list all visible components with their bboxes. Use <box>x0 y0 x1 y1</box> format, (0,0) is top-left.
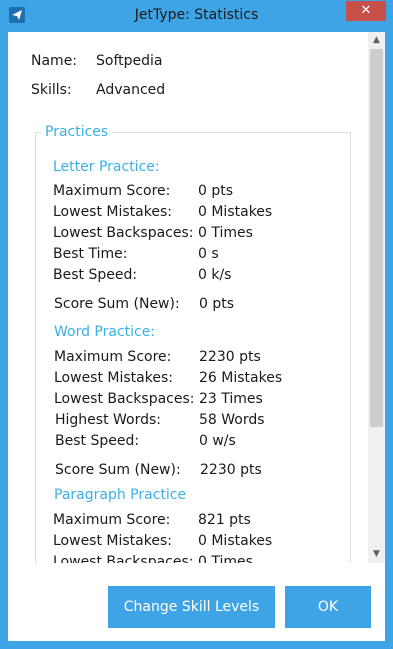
paragraph-lowest-mistakes-label: Lowest Mistakes: <box>53 533 172 549</box>
letter-best-speed-value: 0 k/s <box>198 267 232 283</box>
paragraph-lowest-backspaces-value: 0 Times <box>198 554 253 563</box>
word-best-speed-label: Best Speed: <box>55 433 140 449</box>
word-lowest-backspaces-value: 23 Times <box>199 391 263 407</box>
word-highest-words-value: 58 Words <box>199 412 265 428</box>
word-highest-words-label: Highest Words: <box>55 412 162 428</box>
letter-practice-title: Letter Practice: <box>53 159 160 175</box>
word-lowest-backspaces-label: Lowest Backspaces: <box>54 391 195 407</box>
letter-max-score-value: 0 pts <box>198 183 234 199</box>
word-practice-title: Word Practice: <box>54 324 156 340</box>
close-button[interactable]: ✕ <box>346 1 386 21</box>
paragraph-max-score-value: 821 pts <box>198 512 251 528</box>
word-score-sum-label: Score Sum (New): <box>55 462 181 478</box>
name-value: Softpedia <box>96 53 163 69</box>
scroll-down-arrow-icon[interactable]: ▼ <box>368 546 385 563</box>
letter-best-time-value: 0 s <box>198 246 219 262</box>
word-lowest-mistakes-label: Lowest Mistakes: <box>54 370 173 386</box>
paragraph-lowest-mistakes-value: 0 Mistakes <box>198 533 273 549</box>
window-title: JetType: Statistics <box>134 7 259 23</box>
letter-lowest-mistakes-label: Lowest Mistakes: <box>53 204 172 220</box>
ok-button[interactable]: OK <box>285 586 371 628</box>
word-best-speed-value: 0 w/s <box>199 433 236 449</box>
letter-lowest-backspaces-value: 0 Times <box>198 225 253 241</box>
letter-max-score-label: Maximum Score: <box>53 183 171 199</box>
statistics-scroll-area[interactable]: Name: Softpedia Skills: Advanced Practic… <box>8 32 368 563</box>
paragraph-max-score-label: Maximum Score: <box>53 512 171 528</box>
scroll-up-arrow-icon[interactable]: ▲ <box>368 32 385 49</box>
scroll-thumb[interactable] <box>370 49 383 427</box>
letter-lowest-backspaces-label: Lowest Backspaces: <box>53 225 194 241</box>
paragraph-lowest-backspaces-label: Lowest Backspaces: <box>53 554 194 563</box>
letter-lowest-mistakes-value: 0 Mistakes <box>198 204 273 220</box>
letter-score-sum-label: Score Sum (New): <box>54 296 180 312</box>
vertical-scrollbar[interactable]: ▲ ▼ <box>368 32 385 563</box>
client-area: Name: Softpedia Skills: Advanced Practic… <box>8 32 385 641</box>
letter-score-sum-value: 0 pts <box>199 296 235 312</box>
title-bar[interactable]: JetType: Statistics ✕ <box>0 0 393 32</box>
change-skill-levels-button[interactable]: Change Skill Levels <box>108 586 275 628</box>
name-label: Name: <box>31 53 78 69</box>
button-bar: Change Skill Levels OK <box>8 563 385 641</box>
word-score-sum-value: 2230 pts <box>200 462 262 478</box>
paragraph-practice-title: Paragraph Practice <box>54 487 187 503</box>
word-max-score-value: 2230 pts <box>199 349 261 365</box>
letter-best-speed-label: Best Speed: <box>53 267 138 283</box>
word-max-score-label: Maximum Score: <box>54 349 172 365</box>
practices-title: Practices <box>41 124 113 140</box>
skills-label: Skills: <box>31 82 72 98</box>
word-lowest-mistakes-value: 26 Mistakes <box>199 370 283 386</box>
statistics-window: JetType: Statistics ✕ Name: Softpedia Sk… <box>0 0 393 649</box>
letter-best-time-label: Best Time: <box>53 246 128 262</box>
skills-value: Advanced <box>96 82 166 98</box>
